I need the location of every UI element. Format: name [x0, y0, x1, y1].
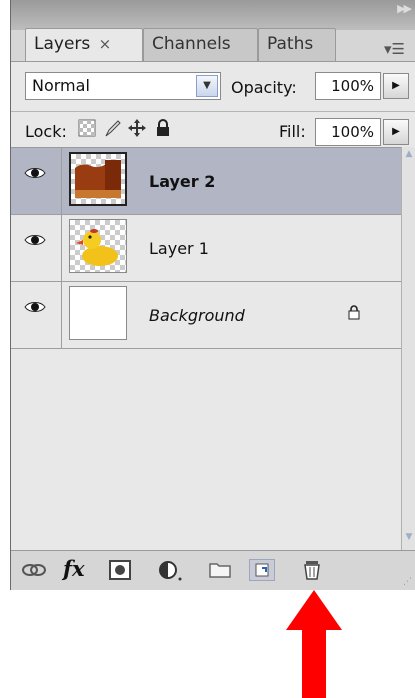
lock-position-icon[interactable]	[127, 118, 147, 138]
tab-paths-label: Paths	[267, 34, 314, 54]
panel-menu-icon[interactable]: ▾☰	[384, 40, 405, 58]
opacity-label: Opacity:	[231, 78, 297, 97]
lock-label: Lock:	[25, 122, 67, 141]
layer-controls: Normal ▼ Opacity: 100% ▶ Lock: Fill: 100…	[11, 61, 415, 148]
link-layers-icon[interactable]	[21, 559, 47, 581]
layer-row-layer-2[interactable]: Layer 2	[11, 148, 401, 215]
blend-mode-value: Normal	[32, 76, 90, 95]
blend-mode-select[interactable]: Normal ▼	[25, 72, 221, 100]
opacity-input[interactable]: 100%	[315, 72, 381, 100]
resize-grip-icon[interactable]: ⋰	[403, 577, 412, 587]
visibility-toggle[interactable]	[11, 148, 62, 214]
group-folder-icon[interactable]	[207, 559, 233, 581]
layer-name[interactable]: Background	[149, 306, 245, 325]
layer-mask-icon[interactable]	[107, 559, 133, 581]
trash-icon[interactable]	[299, 559, 325, 581]
chevron-down-icon[interactable]: ▼	[196, 75, 218, 97]
lock-image-pixels-icon[interactable]	[103, 118, 123, 138]
close-tab-icon[interactable]: ×	[99, 35, 112, 53]
tab-paths[interactable]: Paths	[258, 28, 336, 61]
layer-thumbnail	[69, 286, 127, 340]
layer-row-background[interactable]: Background	[11, 282, 401, 349]
opacity-slider-toggle-icon[interactable]: ▶	[383, 73, 409, 99]
collapse-panel-icon[interactable]: ▶▶	[397, 2, 412, 15]
visibility-toggle[interactable]	[11, 282, 62, 348]
layer-list: Layer 2 Layer 1 Background	[11, 147, 401, 551]
lock-icon	[348, 305, 360, 320]
layers-panel-footer: fx ⋰	[11, 550, 415, 590]
scroll-up-icon[interactable]: ▲	[403, 149, 415, 165]
layer-name[interactable]: Layer 1	[149, 239, 209, 258]
new-layer-icon	[255, 563, 269, 577]
adjustment-layer-icon[interactable]	[157, 559, 183, 581]
eye-icon	[24, 235, 46, 245]
layer-name[interactable]: Layer 2	[149, 172, 215, 191]
eye-icon	[24, 302, 46, 312]
tab-channels-label: Channels	[152, 34, 231, 54]
fill-label: Fill:	[279, 122, 306, 141]
lock-transparent-pixels-icon[interactable]	[77, 118, 97, 138]
fill-input[interactable]: 100%	[315, 118, 381, 146]
panel-title-strip[interactable]: ▶▶	[11, 0, 415, 30]
eye-icon	[24, 168, 46, 178]
fill-slider-toggle-icon[interactable]: ▶	[383, 119, 409, 145]
scroll-down-icon[interactable]: ▼	[403, 532, 415, 548]
visibility-toggle[interactable]	[11, 215, 62, 281]
layer-thumbnail	[69, 219, 127, 273]
tab-layers[interactable]: Layers ×	[25, 28, 143, 63]
tab-layers-label: Layers	[34, 34, 91, 54]
fx-icon[interactable]: fx	[63, 558, 89, 581]
lock-all-icon[interactable]	[153, 118, 173, 138]
tab-channels[interactable]: Channels	[143, 28, 258, 61]
red-arrow-annotation	[286, 590, 342, 698]
brown-image-thumbnail	[75, 160, 121, 198]
rubber-duck-thumbnail	[76, 229, 118, 266]
layer-row-layer-1[interactable]: Layer 1	[11, 215, 401, 282]
new-layer-button[interactable]	[249, 559, 275, 581]
layers-panel: ▶▶ Layers × Channels Paths ▾☰ Normal ▼ O…	[10, 0, 415, 590]
layer-thumbnail	[69, 152, 127, 206]
layer-list-scrollbar[interactable]: ▲ ▼	[401, 147, 415, 550]
divider	[11, 111, 415, 112]
